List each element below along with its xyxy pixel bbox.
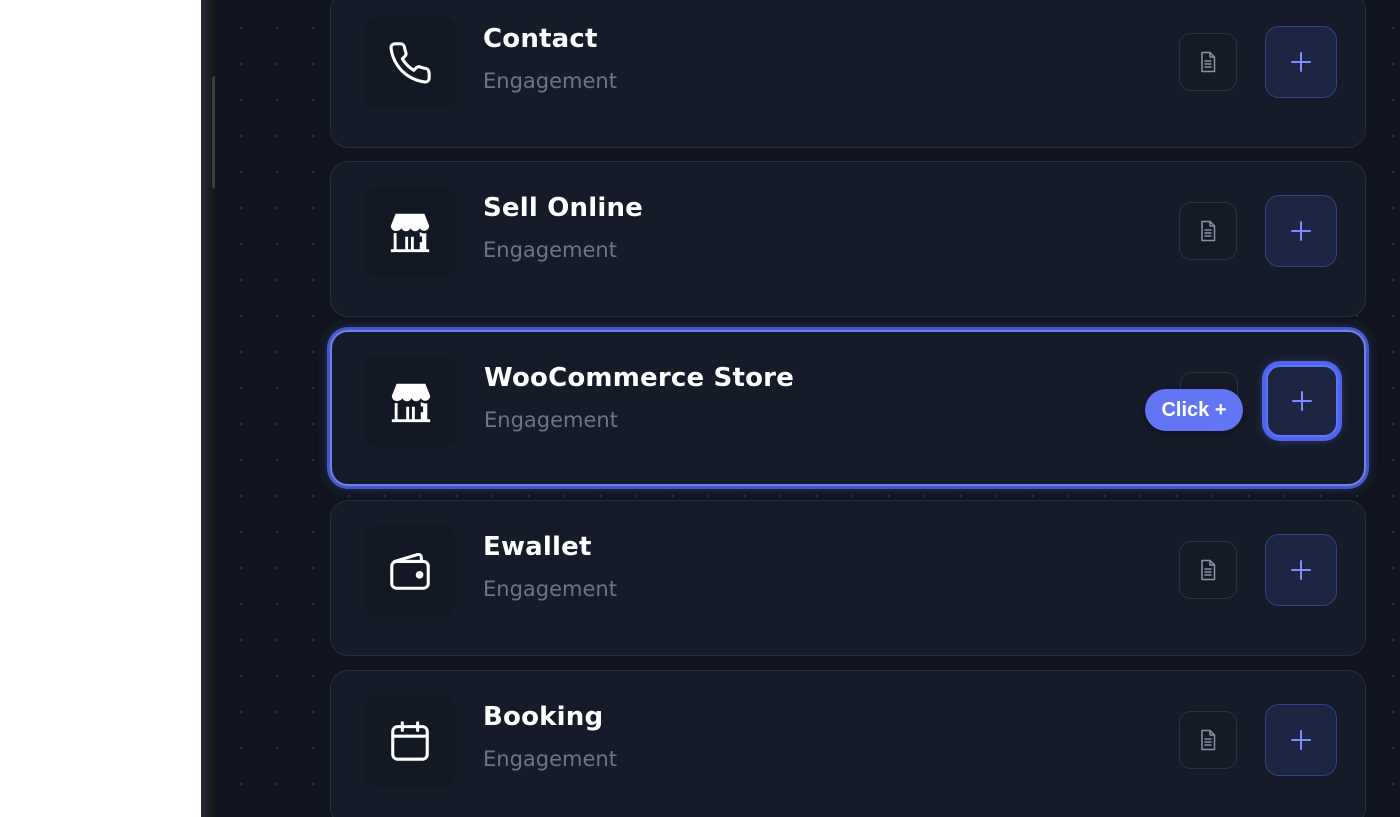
- add-button[interactable]: [1265, 195, 1337, 267]
- wallet-icon: [364, 525, 456, 617]
- document-icon: [1201, 729, 1216, 751]
- plus-icon: [1292, 391, 1312, 411]
- card-subtitle: Engagement: [483, 69, 617, 93]
- plus-icon: [1291, 730, 1311, 750]
- card-title: Sell Online: [483, 193, 644, 223]
- click-hint-badge: Click +: [1145, 389, 1243, 431]
- widget-card-booking[interactable]: Booking Engagement: [330, 670, 1366, 817]
- widget-card-ewallet[interactable]: Ewallet Engagement: [330, 500, 1366, 656]
- widget-list-panel: Contact Engagement Sell Online Engagemen…: [215, 0, 1400, 817]
- calendar-icon: [364, 695, 456, 787]
- card-subtitle: Engagement: [483, 577, 617, 601]
- store-icon: [365, 356, 457, 448]
- document-icon: [1201, 51, 1216, 73]
- document-button[interactable]: [1179, 541, 1237, 599]
- outside-area: [0, 0, 201, 817]
- document-icon: [1201, 559, 1216, 581]
- add-button[interactable]: [1265, 704, 1337, 776]
- document-icon: [1201, 220, 1216, 242]
- plus-icon: [1291, 52, 1311, 72]
- card-subtitle: Engagement: [483, 238, 617, 262]
- phone-icon: [364, 17, 456, 109]
- plus-icon: [1291, 221, 1311, 241]
- document-button[interactable]: [1179, 202, 1237, 260]
- card-subtitle: Engagement: [484, 408, 618, 432]
- widget-card-woocommerce-store[interactable]: WooCommerce Store Engagement Click +: [330, 330, 1366, 486]
- card-title: Booking: [483, 702, 604, 732]
- store-icon: [364, 186, 456, 278]
- card-title: WooCommerce Store: [484, 363, 795, 393]
- card-title: Contact: [483, 24, 598, 54]
- add-button[interactable]: [1266, 365, 1338, 437]
- plus-icon: [1291, 560, 1311, 580]
- document-button[interactable]: [1179, 33, 1237, 91]
- card-title: Ewallet: [483, 532, 592, 562]
- add-button[interactable]: [1265, 26, 1337, 98]
- widget-card-sell-online[interactable]: Sell Online Engagement: [330, 161, 1366, 317]
- card-subtitle: Engagement: [483, 747, 617, 771]
- add-button[interactable]: [1265, 534, 1337, 606]
- document-button[interactable]: [1179, 711, 1237, 769]
- widget-card-contact[interactable]: Contact Engagement: [330, 0, 1366, 148]
